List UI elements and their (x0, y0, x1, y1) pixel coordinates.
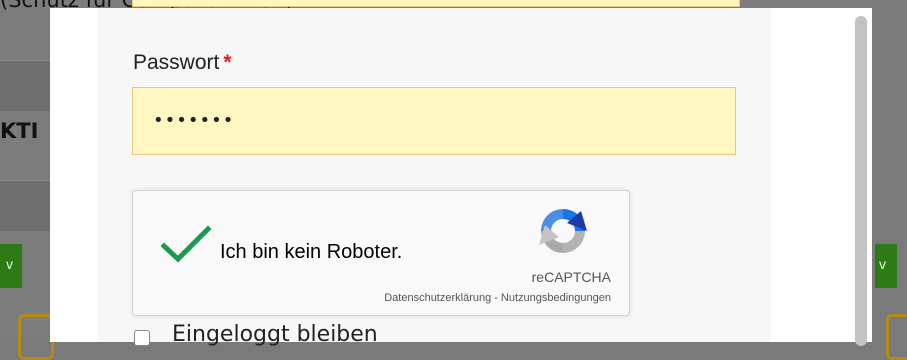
required-marker: * (223, 51, 232, 74)
terms-link[interactable]: Nutzungsbedingungen (501, 292, 611, 304)
background-badge-text: v (879, 256, 886, 272)
modal-scrollbar-thumb[interactable] (855, 16, 867, 346)
recaptcha-brand: reCAPTCHA (531, 269, 611, 285)
checkmark-icon[interactable] (161, 225, 211, 265)
recaptcha-label: Ich bin kein Roboter. (220, 241, 403, 263)
background-green-button: v (0, 244, 22, 288)
background-product-icon (886, 314, 907, 360)
background-heading-fragment: KTI (0, 119, 39, 143)
recaptcha-logo-icon (539, 209, 587, 253)
password-input[interactable]: ••••••• (132, 87, 736, 155)
link-separator: - (494, 292, 498, 304)
background-product-icon (18, 314, 54, 360)
stay-logged-in-label[interactable]: Eingeloggt bleiben (172, 322, 378, 347)
background-green-button: v (875, 244, 897, 288)
password-label-text: Passwort (133, 51, 220, 74)
password-label: Passwort * (133, 51, 232, 75)
background-badge-text: v (6, 256, 13, 272)
recaptcha-links: Datenschutzerklärung - Nutzungsbedingungen (323, 292, 611, 304)
privacy-link[interactable]: Datenschutzerklärung (384, 292, 491, 304)
background-right-column (872, 0, 907, 342)
recaptcha-widget: Ich bin kein Roboter. reCAPTCHA Datensch… (132, 190, 630, 316)
stay-logged-in-checkbox[interactable] (134, 330, 150, 346)
previous-input-field[interactable] (132, 0, 740, 7)
